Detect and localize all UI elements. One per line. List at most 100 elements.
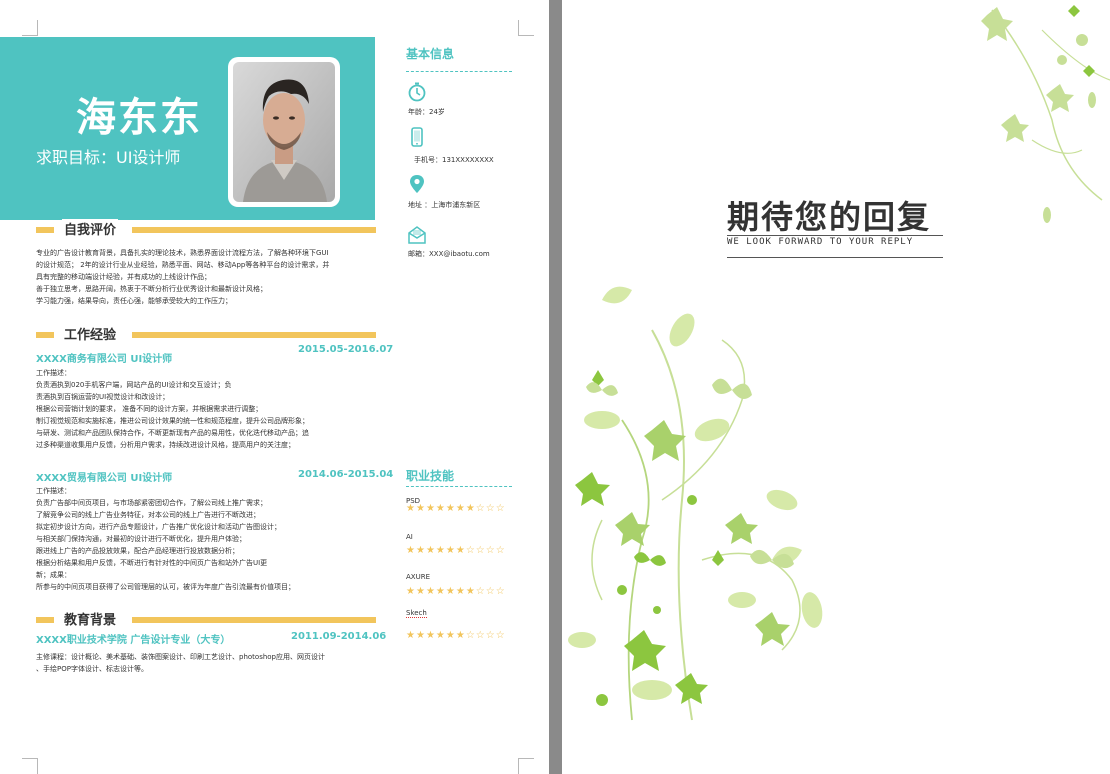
divider [406, 71, 512, 72]
skill-stars: ★★★★★★☆☆☆☆ [406, 631, 506, 641]
skill-stars: ★★★★★★★☆☆☆ [406, 587, 506, 597]
divider [406, 486, 512, 487]
phone-text: 手机号：131XXXXXXXX [414, 156, 494, 164]
job-description: 工作描述： 负责酒执到020手机客户端，网站产品的UI设计和交互设计；负 责酒执… [36, 367, 381, 451]
star-filled-icon: ★ [406, 586, 416, 597]
text-line: 主修课程：设计概论、美术基础、装饰图案设计、印刷工艺设计、photoshop应用… [36, 653, 325, 661]
section-bar [36, 227, 54, 233]
school-name: XXXX职业技术学院 广告设计专业（大专） [36, 635, 231, 646]
address-text: 地址 ：上海市浦东新区 [408, 201, 481, 209]
star-empty-icon: ☆ [475, 586, 486, 597]
text-line: 了解竞争公司的线上广告业务特征，对本公司的线上广告进行不断改进； [36, 511, 260, 519]
text-line: 过多种渠道收集用户反馈，分析用户需求，持续改进设计风格，提高用户的关注度； [36, 441, 295, 449]
star-filled-icon: ★ [415, 545, 426, 556]
star-filled-icon: ★ [406, 630, 416, 641]
star-filled-icon: ★ [445, 630, 456, 641]
text-line: 根据公司营销计划的要求， 准备不同的设计方案，并根据需求进行调整； [36, 405, 263, 413]
email-text: 邮箱：XXX@ibaotu.com [408, 250, 490, 258]
text-line: 与研发、测试和产品团队保持合作，不断更新现有产品的易用性，优化迭代移动产品；追 [36, 429, 309, 437]
closing-page: 期待您的回复 WE LOOK FORWARD TO YOUR REPLY [562, 0, 1110, 774]
section-bar [36, 617, 54, 623]
education-header: 教育背景 [36, 609, 376, 628]
crop-mark [518, 758, 534, 774]
star-empty-icon: ☆ [495, 503, 506, 514]
star-empty-icon: ☆ [475, 503, 486, 514]
job-date: 2015.05-2016.07 [298, 344, 394, 355]
star-filled-icon: ★ [425, 503, 436, 514]
job-company: XXXX贸易有限公司 UI设计师 [36, 473, 173, 484]
phone-icon [411, 127, 423, 147]
age-text: 年龄：24岁 [408, 108, 445, 116]
text-line: 拟定初步设计方向，进行产品专题设计，广告推广优化设计和活动广告图设计； [36, 523, 281, 531]
section-bar [132, 227, 376, 233]
section-title: 自我评价 [62, 219, 119, 238]
basic-info-title: 基本信息 [406, 47, 455, 61]
candidate-name: 海东东 [76, 95, 202, 141]
text-line: 责酒执到百锅运营的UI视觉设计和改设计； [36, 393, 170, 401]
section-title: 工作经验 [62, 324, 119, 343]
star-filled-icon: ★ [425, 586, 436, 597]
text-line: 善于独立思考，思路开阔，热衷于不断分析行业优秀设计和最新设计风格； [36, 285, 267, 293]
text-line: 与相关部门保持沟通，对最初的设计进行不断优化，提升用户体验； [36, 535, 246, 543]
star-filled-icon: ★ [445, 545, 456, 556]
star-filled-icon: ★ [406, 503, 416, 514]
star-filled-icon: ★ [415, 503, 426, 514]
job-target: 求职目标：UI设计师 [36, 148, 181, 167]
star-filled-icon: ★ [455, 630, 466, 641]
star-empty-icon: ☆ [495, 545, 506, 556]
star-filled-icon: ★ [445, 503, 456, 514]
skill-stars: ★★★★★★☆☆☆☆ [406, 546, 506, 556]
text-line: 所参与的中间页项目获得了公司管理层的认可，被评为年度广告引流最有价值项目； [36, 583, 295, 591]
star-filled-icon: ★ [465, 503, 476, 514]
star-filled-icon: ★ [415, 630, 426, 641]
skill-label: AI [406, 533, 413, 541]
closing-title: 期待您的回复 [727, 198, 932, 236]
job-company: XXXX商务有限公司 UI设计师 [36, 354, 173, 365]
closing-subtitle: WE LOOK FORWARD TO YOUR REPLY [727, 237, 914, 247]
star-filled-icon: ★ [425, 630, 436, 641]
star-filled-icon: ★ [435, 503, 446, 514]
star-filled-icon: ★ [445, 586, 456, 597]
job-date: 2014.06-2015.04 [298, 469, 394, 480]
star-empty-icon: ☆ [485, 630, 496, 641]
star-empty-icon: ☆ [495, 630, 506, 641]
star-empty-icon: ☆ [485, 586, 496, 597]
skill-label: AXURE [406, 573, 430, 581]
profile-photo-frame [228, 57, 340, 207]
clock-icon [408, 82, 426, 102]
text-line: 工作描述： [36, 487, 71, 495]
job-description: 工作描述： 负责广告部中间页项目，与市场部紧密团切合作，了解公司线上推广需求； … [36, 485, 381, 593]
profile-photo [233, 62, 335, 202]
star-empty-icon: ☆ [485, 545, 496, 556]
star-empty-icon: ☆ [495, 586, 506, 597]
star-filled-icon: ★ [435, 630, 446, 641]
star-filled-icon: ★ [425, 545, 436, 556]
star-filled-icon: ★ [435, 586, 446, 597]
section-bar [36, 332, 54, 338]
text-line: 负责酒执到020手机客户端，网站产品的UI设计和交互设计；负 [36, 381, 232, 389]
star-filled-icon: ★ [415, 586, 426, 597]
text-line: 专业的广告设计教育背景，具备扎实的理论技术，熟悉界面设计流程方法，了解各种环境下… [36, 249, 329, 257]
text-line: 新；成果： [36, 571, 71, 579]
work-header: 工作经验 [36, 324, 376, 343]
resume-page: 海东东 求职目标：UI设计师 自我评价 专业的广告设计教育背景，具备扎实的理论技… [0, 0, 549, 774]
skill-stars: ★★★★★★★☆☆☆ [406, 504, 506, 514]
text-line: 根据分析结果和用户反馈，不断进行有针对性的中间页广告和站外广告UI更 [36, 559, 268, 567]
education-body: 主修课程：设计概论、美术基础、装饰图案设计、印刷工艺设计、photoshop应用… [36, 651, 381, 675]
divider [727, 257, 943, 258]
education-date: 2011.09-2014.06 [291, 631, 387, 642]
crop-mark [22, 758, 38, 774]
text-line: 负责广告部中间页项目，与市场部紧密团切合作，了解公司线上推广需求； [36, 499, 267, 507]
location-pin-icon [410, 175, 424, 193]
portrait-image [233, 62, 335, 202]
crop-mark [518, 20, 534, 36]
skills-title: 职业技能 [406, 469, 455, 483]
text-line: 的设计规范； 2年的设计行业从业经验，熟悉平面、网站、移动App等各种平台的设计… [36, 261, 330, 269]
star-empty-icon: ☆ [475, 545, 486, 556]
text-line: 学习能力强，结果导向，责任心强，能够承受较大的工作压力； [36, 297, 232, 305]
star-empty-icon: ☆ [465, 630, 476, 641]
star-filled-icon: ★ [455, 503, 466, 514]
floral-decoration [568, 5, 1110, 721]
star-empty-icon: ☆ [475, 630, 486, 641]
divider [727, 235, 943, 236]
